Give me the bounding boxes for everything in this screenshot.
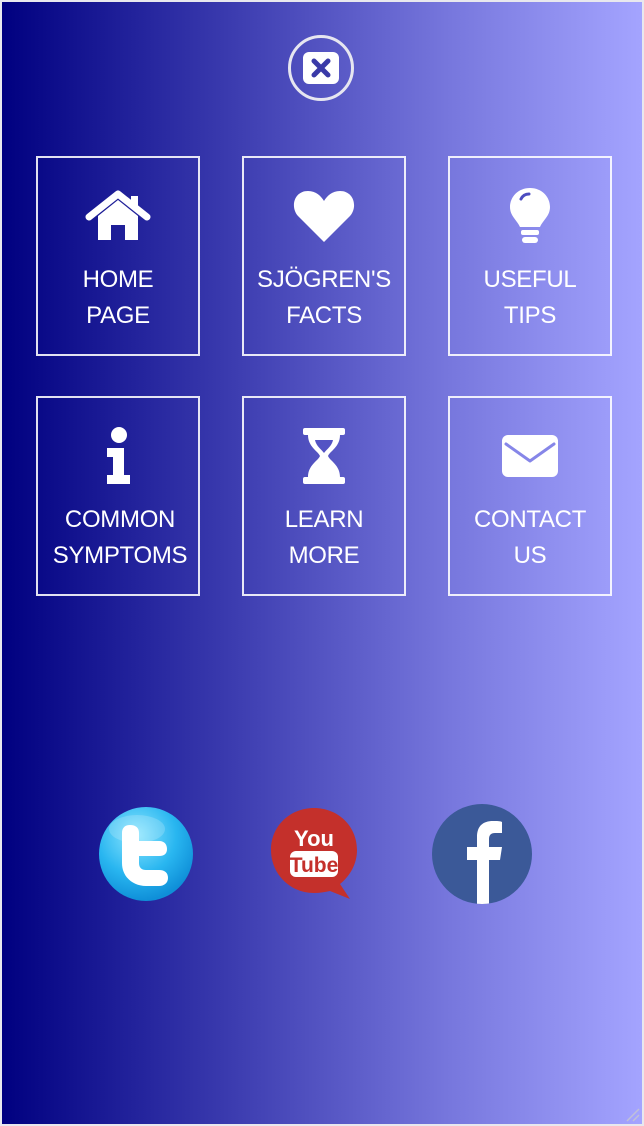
heart-icon	[293, 191, 355, 242]
lightbulb-icon	[510, 188, 550, 243]
menu-overlay: HOME PAGE SJÖGREN'S FACTS USEFUL TIPS CO…	[0, 0, 644, 1126]
menu-tile-contact-us[interactable]: CONTACT US	[448, 396, 612, 596]
resize-grip-icon[interactable]	[622, 1104, 640, 1122]
menu-tile-home-page[interactable]: HOME PAGE	[36, 156, 200, 356]
tile-label: COMMON SYMPTOMS	[52, 506, 188, 569]
tile-label: HOME PAGE	[82, 266, 154, 329]
tile-label: SJÖGREN'S FACTS	[257, 266, 391, 329]
menu-tile-sjogrens-facts[interactable]: SJÖGREN'S FACTS	[242, 156, 406, 356]
svg-text:You: You	[294, 826, 334, 851]
tile-label: USEFUL TIPS	[483, 266, 577, 329]
youtube-button[interactable]: You Tube	[268, 806, 360, 907]
facebook-button[interactable]	[432, 804, 532, 909]
home-icon	[85, 190, 151, 240]
menu-tile-learn-more[interactable]: LEARN MORE	[242, 396, 406, 596]
youtube-icon: You Tube	[271, 808, 357, 899]
tile-label: CONTACT US	[473, 506, 587, 569]
info-icon	[107, 427, 130, 484]
twitter-icon	[99, 807, 193, 901]
facebook-icon	[432, 804, 532, 904]
close-button[interactable]	[288, 35, 354, 101]
close-x-icon	[303, 52, 339, 84]
menu-tile-common-symptoms[interactable]: COMMON SYMPTOMS	[36, 396, 200, 596]
svg-text:Tube: Tube	[290, 854, 339, 877]
twitter-button[interactable]	[97, 805, 195, 908]
menu-tile-useful-tips[interactable]: USEFUL TIPS	[448, 156, 612, 356]
tile-label: LEARN MORE	[284, 506, 364, 569]
envelope-icon	[502, 435, 558, 477]
hourglass-icon	[303, 428, 345, 484]
